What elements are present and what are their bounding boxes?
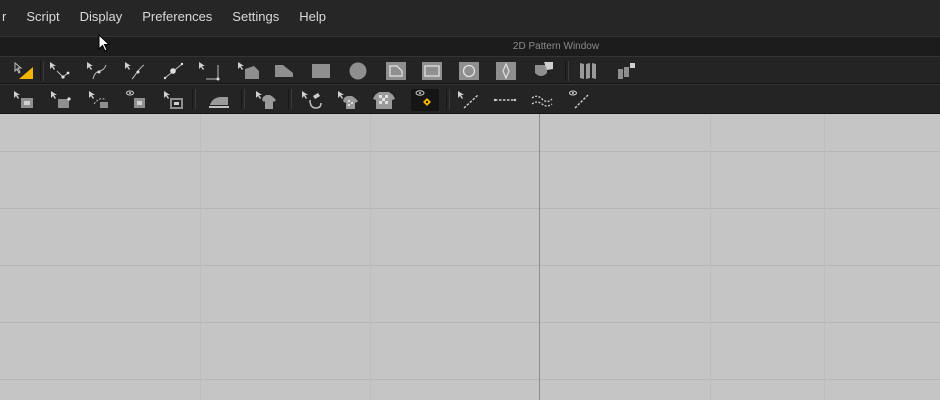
curve-point-icon[interactable] [123, 60, 147, 82]
segment-sewing-icon[interactable] [456, 89, 480, 111]
graphic-icon[interactable] [372, 89, 396, 111]
grid-line [0, 322, 940, 323]
edit-texture-icon[interactable] [336, 89, 360, 111]
internal-rectangle-icon[interactable] [420, 60, 444, 82]
menu-display[interactable]: Display [70, 0, 133, 36]
grid-line [0, 379, 940, 380]
window-title: 2D Pattern Window [512, 41, 600, 52]
transform-pattern-icon[interactable] [12, 89, 36, 111]
topstitch-icon[interactable] [567, 89, 591, 111]
rectangle-icon[interactable] [309, 60, 333, 82]
menu-preferences[interactable]: Preferences [132, 0, 222, 36]
pattern-toolbar-bottom [0, 84, 940, 114]
show-sewing-icon[interactable] [124, 89, 148, 111]
edit-pattern-icon[interactable] [49, 89, 73, 111]
grid-line [200, 114, 201, 400]
grid-line [370, 114, 371, 400]
grid-line [0, 265, 940, 266]
menu-bar: r Script Display Preferences Settings He… [0, 0, 940, 36]
pattern-toolbar-top [0, 56, 940, 84]
edit-curve-point-icon[interactable] [85, 60, 109, 82]
show-graphics-icon[interactable] [411, 89, 439, 111]
grid-line [0, 151, 940, 152]
menu-help[interactable]: Help [289, 0, 336, 36]
menu-script[interactable]: Script [16, 0, 69, 36]
sewing-sub-icon[interactable] [162, 89, 186, 111]
tack-icon[interactable] [530, 89, 554, 111]
polygon-icon[interactable] [272, 60, 296, 82]
vertical-axis [539, 114, 540, 400]
fabric-tool-icon[interactable] [300, 89, 324, 111]
internal-polygon-line-icon[interactable] [384, 60, 408, 82]
set-polygon-icon[interactable] [197, 60, 221, 82]
pattern-canvas[interactable] [0, 114, 940, 400]
dart-icon[interactable] [494, 60, 518, 82]
add-point-icon[interactable] [161, 60, 185, 82]
circle-icon[interactable] [346, 60, 370, 82]
internal-polygon-icon[interactable] [236, 60, 260, 82]
edit-sewing-icon[interactable] [87, 89, 111, 111]
menu-settings[interactable]: Settings [222, 0, 289, 36]
baseline-icon[interactable] [614, 60, 638, 82]
fold-arrangement-icon[interactable] [577, 60, 601, 82]
grid-line [0, 208, 940, 209]
grid-line [710, 114, 711, 400]
window-title-bar: 2D Pattern Window [0, 36, 940, 56]
internal-circle-icon[interactable] [457, 60, 481, 82]
garment-fit-icon[interactable] [254, 89, 278, 111]
steam-iron-icon[interactable] [207, 89, 231, 111]
grid-line [824, 114, 825, 400]
mouse-cursor-icon [98, 34, 111, 52]
edit-point-icon[interactable] [48, 60, 72, 82]
select-transform-icon[interactable] [12, 60, 36, 82]
trace-icon[interactable] [531, 60, 555, 82]
menu-render[interactable]: r [0, 0, 16, 36]
free-sewing-icon[interactable] [493, 89, 517, 111]
